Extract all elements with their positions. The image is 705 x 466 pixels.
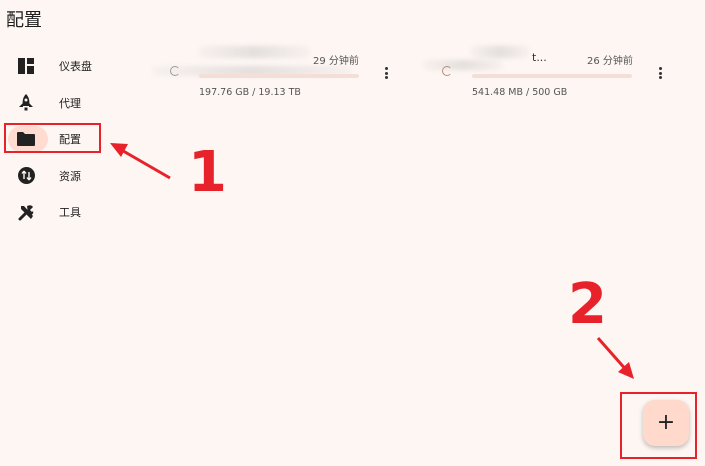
more-options-icon[interactable] — [654, 65, 666, 81]
tools-icon — [17, 203, 35, 221]
profile-usage: 541.48 MB / 500 GB — [472, 87, 568, 98]
profile-updated-time: 29 分钟前 — [313, 56, 359, 67]
sidebar-item-proxy[interactable]: 代理 — [0, 85, 130, 122]
sidebar-item-label: 资源 — [59, 169, 81, 183]
sync-resources-icon — [17, 167, 35, 185]
refresh-spinner-icon — [170, 66, 180, 76]
profile-usage-bar — [472, 74, 632, 78]
dashboard-icon — [17, 57, 35, 75]
profile-name-redacted — [423, 60, 503, 70]
sidebar-item-tools[interactable]: 工具 — [0, 194, 130, 231]
add-profile-button[interactable]: + — [643, 400, 689, 446]
sidebar-item-resources[interactable]: 资源 — [0, 158, 130, 195]
profile-usage: 197.76 GB / 19.13 TB — [199, 87, 301, 98]
profile-usage-bar — [199, 74, 359, 78]
page-title: 配置 — [6, 10, 42, 31]
sidebar-item-dashboard[interactable]: 仪表盘 — [0, 48, 130, 85]
more-options-icon[interactable] — [380, 65, 392, 81]
rocket-icon — [17, 93, 35, 112]
profile-name-redacted — [198, 46, 310, 58]
refresh-spinner-icon — [442, 66, 452, 76]
sidebar-item-label: 工具 — [59, 206, 81, 220]
annotation-label-1: 1 — [188, 140, 227, 205]
annotation-label-2: 2 — [568, 272, 607, 337]
annotation-box-profiles — [4, 123, 101, 153]
profile-name-suffix: t... — [532, 51, 547, 64]
sidebar-item-label: 仪表盘 — [59, 60, 92, 74]
profile-name-redacted — [470, 46, 530, 58]
sidebar-item-label: 代理 — [59, 96, 81, 110]
profile-updated-time: 26 分钟前 — [587, 56, 633, 67]
